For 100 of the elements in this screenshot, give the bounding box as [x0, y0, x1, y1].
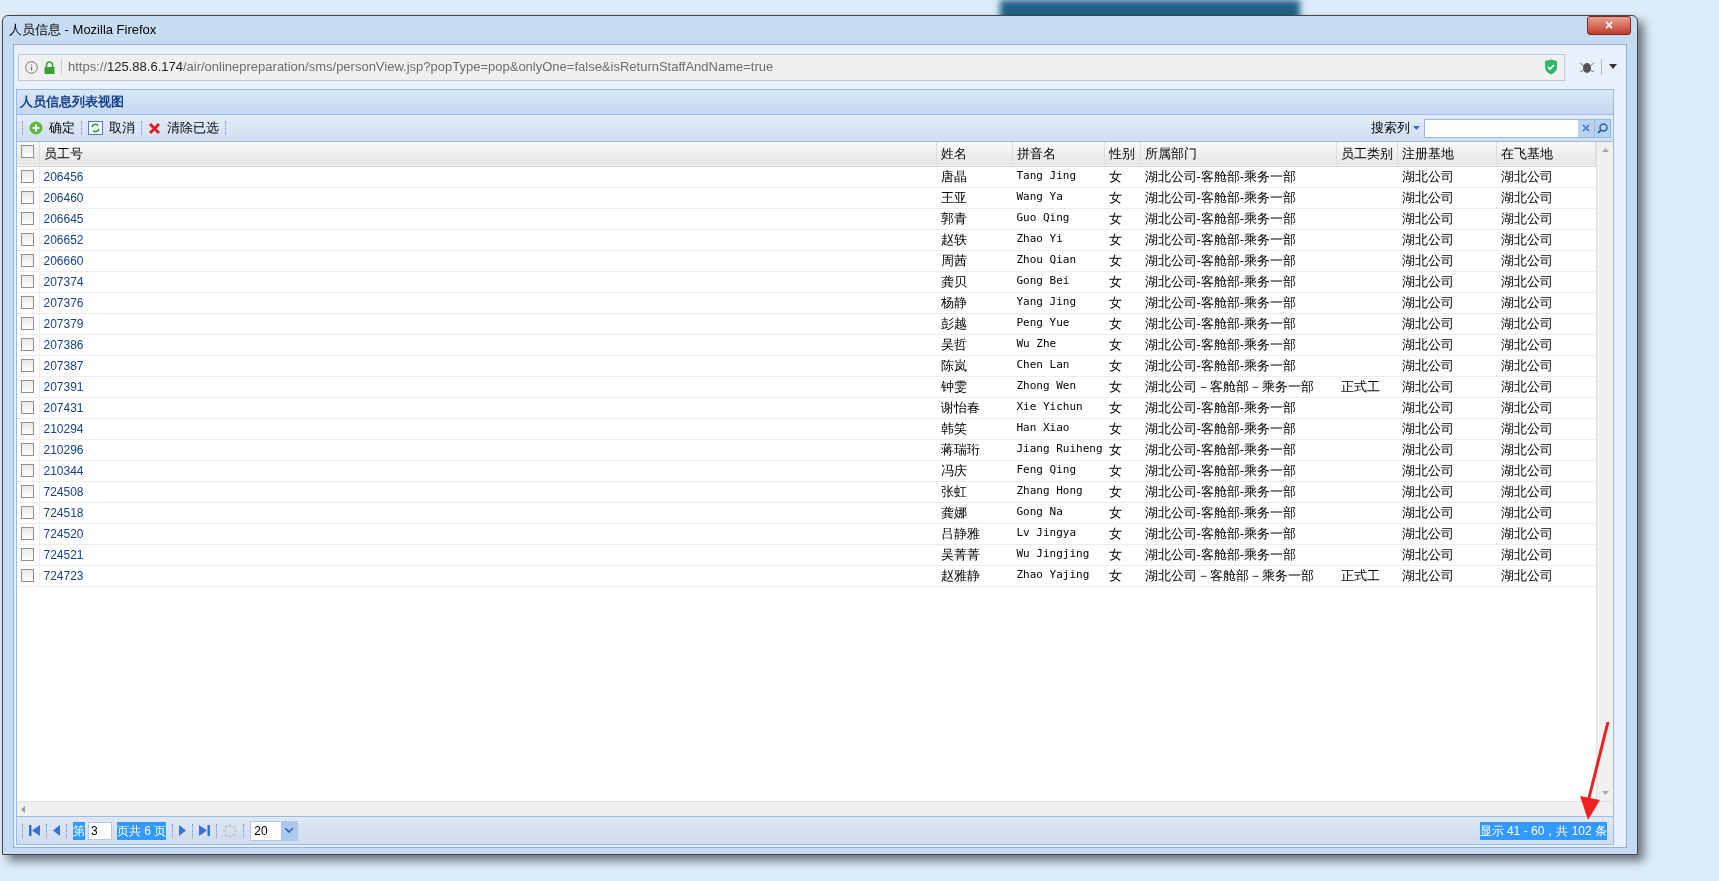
checkbox[interactable] — [21, 191, 35, 204]
checkbox[interactable] — [21, 212, 35, 225]
caret-icon[interactable] — [1413, 126, 1420, 130]
table-row[interactable]: 207386 吴哲 Wu Zhe 女 湖北公司-客舱部-乘务一部 湖北公司 湖北公司 — [17, 334, 1596, 355]
column-header[interactable]: 注册基地 — [1397, 142, 1497, 166]
toolbar-button[interactable]: 取消 — [85, 118, 138, 138]
table-row[interactable]: 207387 陈岚 Chen Lan 女 湖北公司-客舱部-乘务一部 湖北公司 湖北公司 — [17, 355, 1596, 376]
first-page-icon[interactable] — [29, 825, 40, 836]
dropdown-icon[interactable] — [1608, 64, 1618, 70]
table-row[interactable]: 206652 赵轶 Zhao Yi 女 湖北公司-客舱部-乘务一部 湖北公司 湖北公司 — [17, 229, 1596, 250]
column-header[interactable]: 员工类别 — [1336, 142, 1398, 166]
employee-id-link[interactable]: 207376 — [43, 295, 84, 310]
toolbar-button[interactable]: 确定 — [26, 118, 78, 138]
table-row[interactable]: 206460 王亚 Wang Ya 女 湖北公司-客舱部-乘务一部 湖北公司 湖北公司 — [17, 187, 1596, 208]
table-cell: 女 — [1108, 504, 1122, 520]
table-row[interactable]: 210294 韩笑 Han Xiao 女 湖北公司-客舱部-乘务一部 湖北公司 湖北公司 — [17, 418, 1596, 439]
column-header[interactable]: 所属部门 — [1140, 142, 1337, 166]
employee-id-link[interactable]: 206460 — [43, 190, 84, 205]
table-row[interactable]: 207391 钟雯 Zhong Wen 女 湖北公司－客舱部－乘务一部 正式工 湖北公司 湖北公司 — [17, 376, 1596, 397]
last-page-icon[interactable] — [199, 825, 211, 836]
scroll-left-icon[interactable] — [21, 805, 25, 813]
employee-id-link[interactable]: 206456 — [43, 169, 84, 184]
horizontal-scrollbar[interactable] — [17, 801, 1613, 816]
employee-id-link[interactable]: 724723 — [43, 568, 84, 583]
table-row[interactable]: 724521 吴菁菁 Wu Jingjing 女 湖北公司-客舱部-乘务一部 湖北公司 湖北公司 — [17, 544, 1596, 565]
employee-id-link[interactable]: 724508 — [43, 484, 84, 499]
employee-id-link[interactable]: 724520 — [43, 526, 84, 541]
checkbox[interactable] — [21, 359, 35, 372]
search-button[interactable] — [1594, 119, 1610, 137]
page-size-select[interactable]: 20 — [250, 820, 299, 841]
search-field[interactable] — [1424, 118, 1611, 138]
table-row[interactable]: 207376 杨静 Yang Jing 女 湖北公司-客舱部-乘务一部 湖北公司 湖北公司 — [17, 292, 1596, 313]
checkbox[interactable] — [21, 380, 35, 393]
table-row[interactable]: 206660 周茜 Zhou Qian 女 湖北公司-客舱部-乘务一部 湖北公司 湖北公司 — [17, 250, 1596, 271]
table-row[interactable]: 207374 龚贝 Gong Bei 女 湖北公司-客舱部-乘务一部 湖北公司 湖北公司 — [17, 271, 1596, 292]
page-number-field[interactable]: 3 — [88, 821, 112, 840]
scroll-up-icon[interactable] — [1601, 148, 1609, 152]
employee-id-link[interactable]: 210296 — [43, 442, 84, 457]
checkbox[interactable] — [21, 317, 35, 330]
employee-id-link[interactable]: 207386 — [43, 337, 84, 352]
checkbox[interactable] — [21, 548, 35, 561]
table-cell: 湖北公司-客舱部-乘务一部 — [1144, 273, 1297, 289]
table-row[interactable]: 724723 赵雅静 Zhao Yajing 女 湖北公司－客舱部－乘务一部 正式工 湖北公司 湖北公司 — [17, 565, 1596, 586]
employee-id-link[interactable]: 207431 — [43, 400, 84, 415]
table-cell: 湖北公司 — [1500, 504, 1553, 520]
table-row[interactable]: 207379 彭越 Peng Yue 女 湖北公司-客舱部-乘务一部 湖北公司 湖北公司 — [17, 313, 1596, 334]
table-row[interactable]: 724518 龚娜 Gong Na 女 湖北公司-客舱部-乘务一部 湖北公司 湖北公司 — [17, 502, 1596, 523]
checkbox[interactable] — [21, 275, 35, 288]
checkbox[interactable] — [21, 485, 35, 498]
column-header[interactable]: 在飞基地 — [1496, 142, 1596, 166]
previous-page-icon[interactable] — [53, 825, 60, 836]
table-row[interactable]: 724508 张虹 Zhang Hong 女 湖北公司-客舱部-乘务一部 湖北公司 湖北公司 — [17, 481, 1596, 502]
employee-id-link[interactable]: 207374 — [43, 274, 84, 289]
checkbox[interactable] — [21, 443, 35, 456]
checkbox[interactable] — [21, 527, 35, 540]
column-header[interactable]: 员工号 — [39, 142, 937, 166]
next-page-icon[interactable] — [179, 825, 187, 836]
table-row[interactable]: 206456 唐晶 Tang Jing 女 湖北公司-客舱部-乘务一部 湖北公司 湖北公司 — [17, 166, 1596, 187]
employee-id-link[interactable]: 207387 — [43, 358, 84, 373]
employee-id-link[interactable]: 206652 — [43, 232, 84, 247]
table-cell: Chen Lan — [1016, 358, 1070, 372]
toolbar-button[interactable]: 清除已选 — [145, 118, 222, 138]
table-cell: Wu Jingjing — [1016, 547, 1090, 561]
checkbox[interactable] — [21, 233, 35, 246]
table-cell: 湖北公司-客舱部-乘务一部 — [1144, 336, 1297, 352]
address-bar[interactable]: https://125.88.6.174/air/onlinepreparation/sms/personView.jsp?popType=pop&onlyOne=false&isReturnStaffAndName=true — [18, 53, 1565, 81]
checkbox[interactable] — [21, 401, 35, 414]
checkbox[interactable] — [21, 254, 35, 267]
employee-id-link[interactable]: 724518 — [43, 505, 84, 520]
employee-id-link[interactable]: 210344 — [43, 463, 84, 478]
table-row[interactable]: 210296 蒋瑞珩 Jiang Ruiheng 女 湖北公司-客舱部-乘务一部 湖北公司 湖北公司 — [17, 439, 1596, 460]
employee-id-link[interactable]: 724521 — [43, 547, 84, 562]
column-header[interactable]: 拼音名 — [1012, 142, 1105, 166]
checkbox[interactable] — [21, 569, 35, 582]
checkbox[interactable] — [21, 296, 35, 309]
employee-id-link[interactable]: 206660 — [43, 253, 84, 268]
employee-id-link[interactable]: 206645 — [43, 211, 84, 226]
search-column-dropdown[interactable]: 搜索列 — [1371, 118, 1420, 138]
column-header[interactable]: 姓名 — [936, 142, 1013, 166]
table-row[interactable]: 206645 郭青 Guo Qing 女 湖北公司-客舱部-乘务一部 湖北公司 湖北公司 — [17, 208, 1596, 229]
scroll-down-icon[interactable] — [1601, 791, 1609, 795]
checkbox[interactable] — [21, 338, 35, 351]
bug-icon[interactable] — [1579, 60, 1595, 74]
employee-id-link[interactable]: 210294 — [43, 421, 84, 436]
table-cell: 湖北公司 — [1500, 420, 1553, 436]
table-row[interactable]: 210344 冯庆 Feng Qing 女 湖北公司-客舱部-乘务一部 湖北公司 湖北公司 — [17, 460, 1596, 481]
info-icon[interactable] — [25, 60, 38, 74]
checkbox[interactable] — [21, 422, 35, 435]
employee-id-link[interactable]: 207379 — [43, 316, 84, 331]
checkbox[interactable] — [21, 170, 35, 183]
vertical-scrollbar[interactable] — [1596, 142, 1613, 801]
table-cell: 湖北公司 — [1500, 189, 1553, 205]
employee-id-link[interactable]: 207391 — [43, 379, 84, 394]
checkbox[interactable] — [21, 506, 35, 519]
checkbox[interactable] — [21, 464, 35, 477]
checkbox[interactable] — [21, 145, 35, 158]
clear-button[interactable] — [1578, 119, 1594, 137]
table-row[interactable]: 207431 谢怡春 Xie Yichun 女 湖北公司-客舱部-乘务一部 湖北公司 湖北公司 — [17, 397, 1596, 418]
column-header[interactable]: 性别 — [1104, 142, 1141, 166]
table-row[interactable]: 724520 吕静雅 Lv Jingya 女 湖北公司-客舱部-乘务一部 湖北公司 湖北公司 — [17, 523, 1596, 544]
